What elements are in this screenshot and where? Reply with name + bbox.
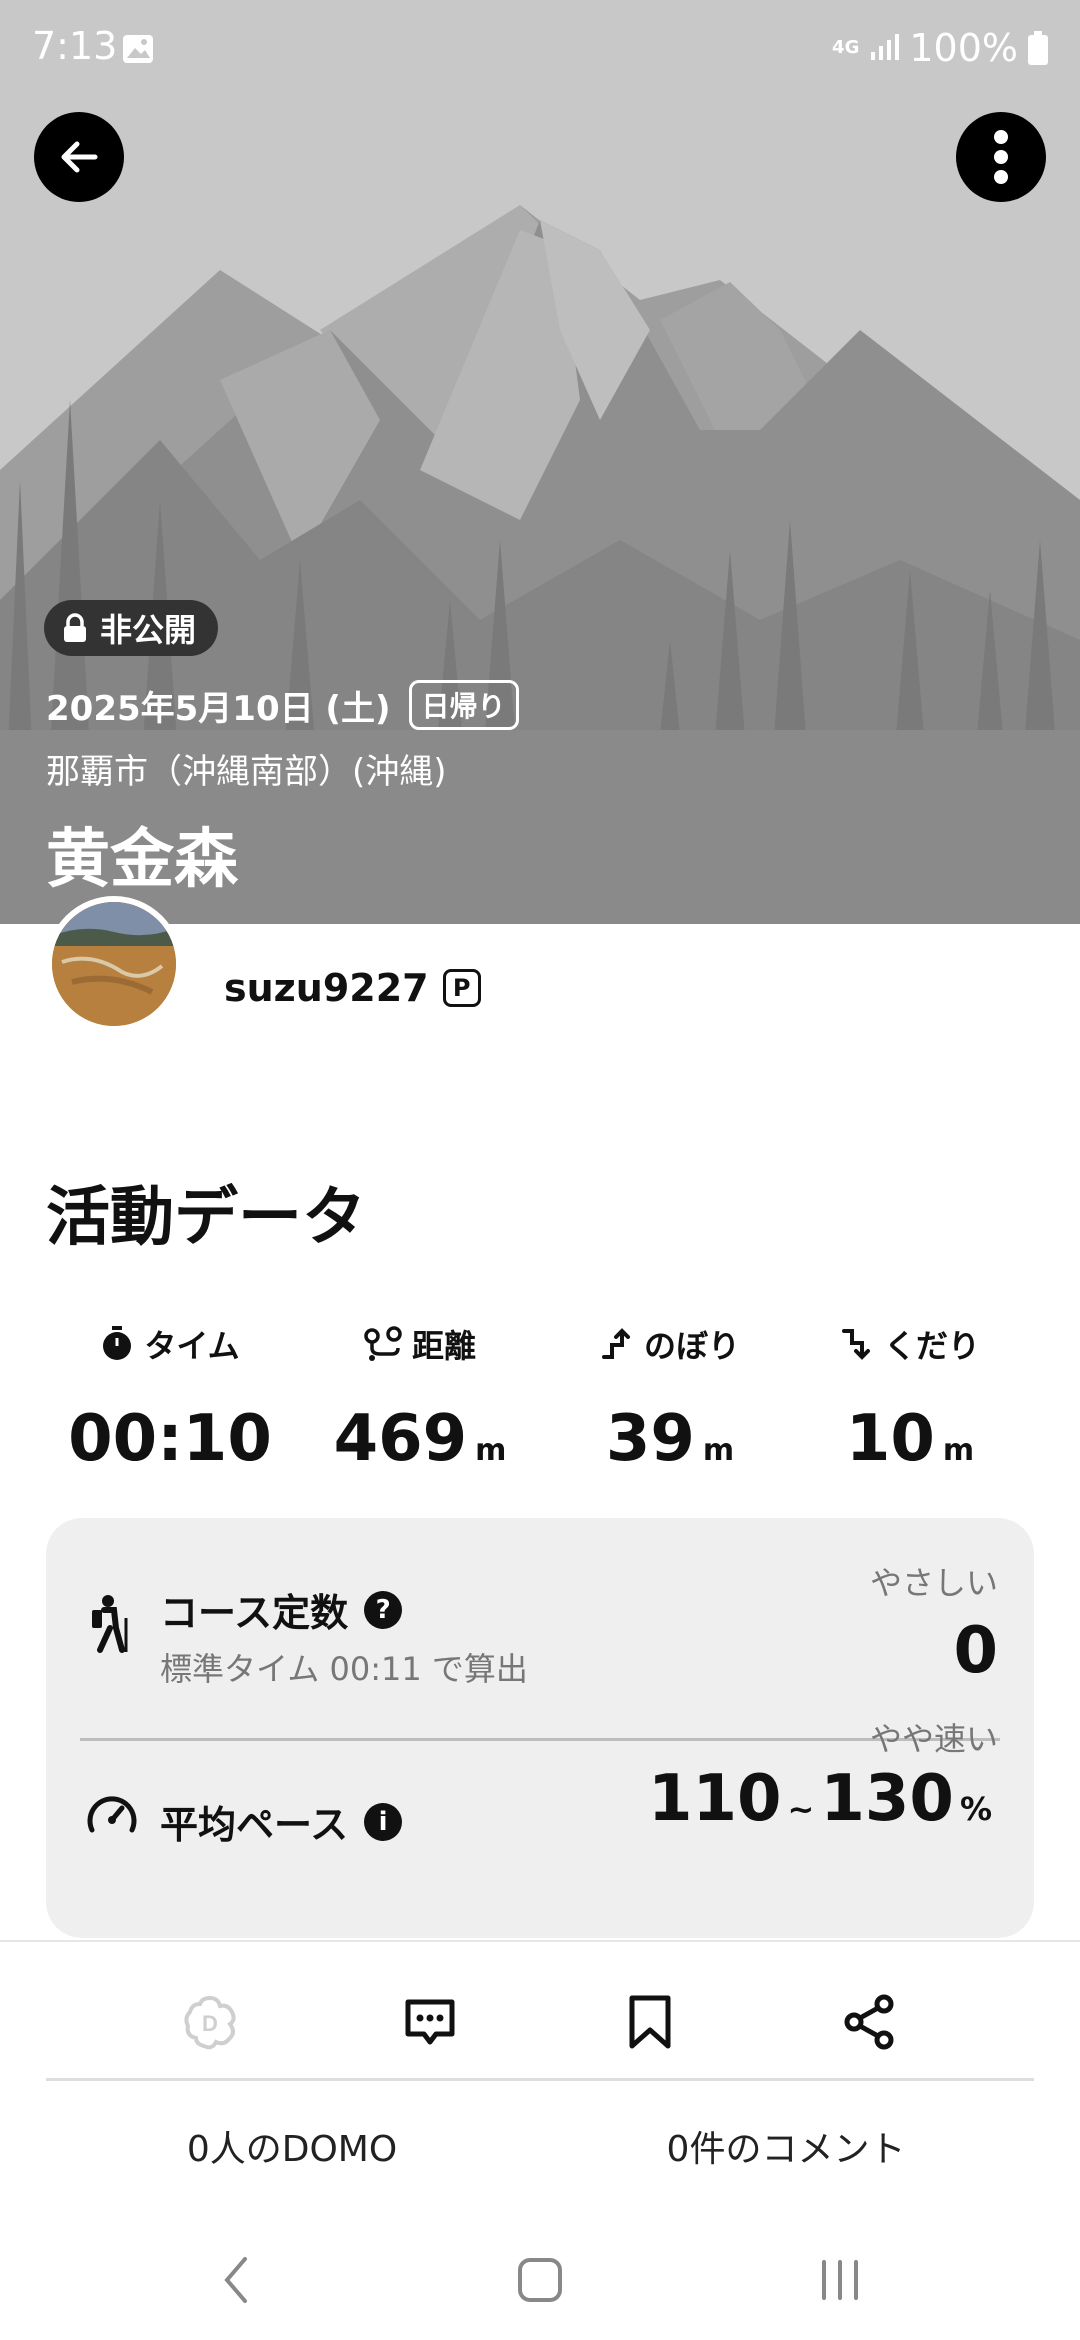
status-bar: 7:13 4G 100% xyxy=(0,0,1080,100)
pace-separator: ~ xyxy=(787,1790,815,1828)
system-navigation-bar xyxy=(0,2220,1080,2340)
nav-home-button[interactable] xyxy=(500,2250,580,2310)
more-vertical-icon xyxy=(994,130,1008,184)
hero-header: 7:13 4G 100% 非公開 2025年5月10日 (土) 日帰り 那覇市（… xyxy=(0,0,1080,924)
network-type: 4G xyxy=(832,37,860,58)
info-icon[interactable]: i xyxy=(364,1802,403,1841)
hiker-icon xyxy=(92,1595,128,1653)
signal-icon xyxy=(871,34,900,60)
action-divider xyxy=(46,2078,1034,2081)
average-pace-row[interactable]: 平均ペース i やや速い 110 ~130% xyxy=(46,1720,1034,1940)
stat-distance-unit: m xyxy=(475,1433,507,1468)
username: suzu9227 xyxy=(224,966,429,1010)
average-pace-title: 平均ペース xyxy=(160,1803,349,1847)
stat-ascent-value: 39 xyxy=(605,1402,695,1476)
comment-button[interactable] xyxy=(390,1982,470,2062)
stat-ascent: のぼり 39 m xyxy=(540,1320,800,1476)
gallery-notification-icon xyxy=(123,35,153,63)
stat-descent-unit: m xyxy=(942,1433,975,1468)
status-right: 4G 100% xyxy=(832,26,1048,70)
activity-date-line: 2025年5月10日 (土) 日帰り xyxy=(46,680,519,730)
route-distance-icon xyxy=(364,1326,402,1361)
arrow-left-icon xyxy=(61,141,98,173)
pace-max: 130 xyxy=(820,1762,954,1836)
ascent-icon xyxy=(601,1328,630,1359)
course-constant-subtitle: 標準タイム 00:11 で算出 xyxy=(160,1650,528,1688)
svg-text:D: D xyxy=(202,2011,218,2036)
course-difficulty-label: やさしい xyxy=(869,1564,998,1602)
domo-count[interactable]: 0人のDOMO xyxy=(72,2120,512,2172)
activity-stats: タイム 00:10 距離 469 m のぼり 39 m くだり 10 m xyxy=(0,1320,1080,1476)
speedometer-icon xyxy=(87,1796,137,1833)
share-button[interactable] xyxy=(830,1982,910,2062)
battery-percent: 100% xyxy=(909,26,1018,70)
stopwatch-icon xyxy=(103,1326,132,1360)
stat-descent: くだり 10 m xyxy=(780,1320,1040,1476)
avatar-image xyxy=(52,902,176,1026)
trip-type-badge: 日帰り xyxy=(408,680,519,730)
more-options-button[interactable] xyxy=(956,112,1046,202)
user-avatar[interactable] xyxy=(46,896,182,1032)
share-icon xyxy=(844,1994,894,2050)
stat-distance: 距離 469 m xyxy=(290,1320,550,1476)
stat-time: タイム 00:10 xyxy=(40,1320,300,1476)
domo-flower-icon: D xyxy=(184,1995,236,2050)
stat-distance-label: 距離 xyxy=(411,1327,476,1365)
course-constant-value: 0 xyxy=(953,1614,998,1688)
activity-title: 黄金森 xyxy=(46,823,238,897)
recents-icon xyxy=(822,2260,858,2300)
help-icon[interactable]: ? xyxy=(364,1590,403,1629)
back-button[interactable] xyxy=(34,112,124,202)
stat-descent-value: 10 xyxy=(845,1402,935,1476)
pace-range: 110 ~130% xyxy=(648,1762,998,1836)
activity-data-title: 活動データ xyxy=(46,1181,366,1255)
comment-icon xyxy=(405,1999,455,2045)
stat-time-value: 00:10 xyxy=(68,1402,272,1476)
nav-back-button[interactable] xyxy=(196,2250,276,2310)
lock-icon xyxy=(64,613,86,642)
user-name-row[interactable]: suzu9227 P xyxy=(224,966,481,1010)
course-constant-title: コース定数 xyxy=(160,1591,349,1635)
bottom-action-bar: D 0人のDOMO 0件のコメント xyxy=(0,1940,1080,2220)
stat-time-label: タイム xyxy=(144,1327,240,1365)
course-constant-title-row: コース定数 ? xyxy=(160,1582,403,1637)
descent-icon xyxy=(841,1329,870,1360)
premium-badge: P xyxy=(442,969,481,1007)
stat-ascent-label: のぼり xyxy=(643,1327,740,1365)
comment-count[interactable]: 0件のコメント xyxy=(566,2120,1006,2172)
course-constant-row[interactable]: コース定数 ? 標準タイム 00:11 で算出 やさしい 0 xyxy=(46,1518,1034,1738)
home-square-icon xyxy=(518,2258,562,2302)
chevron-left-icon xyxy=(224,2257,247,2303)
pace-unit: % xyxy=(959,1790,992,1828)
bookmark-button[interactable] xyxy=(610,1982,690,2062)
stat-distance-value: 469 xyxy=(333,1402,468,1476)
pace-speed-label: やや速い xyxy=(869,1720,998,1758)
stat-descent-label: くだり xyxy=(883,1327,980,1365)
visibility-label: 非公開 xyxy=(100,611,197,649)
activity-date: 2025年5月10日 (土) xyxy=(46,688,391,729)
status-time: 7:13 xyxy=(32,24,118,68)
activity-location: 那覇市（沖縄南部）(沖縄) xyxy=(46,752,447,792)
visibility-badge: 非公開 xyxy=(44,600,219,656)
stat-ascent-unit: m xyxy=(702,1433,735,1468)
average-pace-title-row: 平均ペース i xyxy=(160,1794,403,1849)
domo-button[interactable]: D xyxy=(170,1982,250,2062)
nav-recents-button[interactable] xyxy=(800,2250,880,2310)
pace-min: 110 xyxy=(647,1762,782,1836)
activity-summary-card: コース定数 ? 標準タイム 00:11 で算出 やさしい 0 平均ペース i や… xyxy=(46,1518,1034,1938)
battery-icon xyxy=(1028,31,1048,65)
bookmark-icon xyxy=(629,1995,671,2049)
